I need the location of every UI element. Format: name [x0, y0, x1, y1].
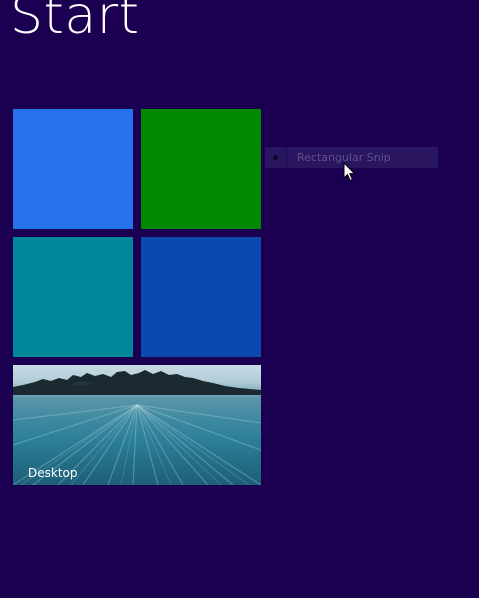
snip-mode-icon[interactable] [265, 147, 287, 168]
tile-teal[interactable] [13, 237, 133, 357]
start-title: Start [10, 0, 140, 46]
arrow-cursor-icon [343, 161, 357, 186]
tile-blue[interactable] [13, 109, 133, 229]
tile-dark-blue[interactable] [141, 237, 261, 357]
desktop-tile[interactable]: Desktop [13, 365, 261, 485]
tile-green[interactable] [141, 109, 261, 229]
snip-mode-label: Rectangular Snip [297, 151, 391, 164]
desktop-tile-label: Desktop [28, 466, 78, 480]
